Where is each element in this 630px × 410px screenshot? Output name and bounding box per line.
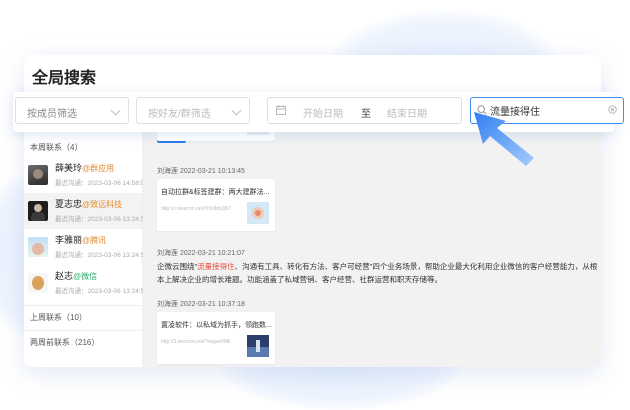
clear-icon[interactable]: [608, 105, 617, 114]
link-card-url: http://c.wescrm.net/?rtX8dsQ57: [161, 206, 232, 212]
contact-name: 夏志忠: [55, 198, 83, 209]
link-card-title: 置凌软件：以私域为抓手，领跑数...: [161, 322, 271, 329]
message-meta: 刘海莲 2022-03-21 10:13:45: [157, 168, 245, 175]
member-filter-label: 按成员筛选: [27, 109, 77, 120]
contact-item[interactable]: 薛美玲@群应用 最近沟通：2023-03-06 14:58:00: [24, 157, 148, 193]
contact-company: @致远科技: [82, 199, 123, 209]
link-thumbnail-icon: [247, 202, 269, 224]
contact-item[interactable]: 李雅丽@腾讯 最近沟通：2023-03-06 13:24:55: [24, 229, 148, 265]
date-separator: 至: [361, 109, 371, 120]
avatar: [28, 165, 48, 185]
message-text: 企微云围绕"流量接得住、沟通有工具、转化有方法、客户可经营"四个业务场景，帮助企…: [157, 262, 598, 284]
avatar: [28, 273, 48, 293]
friend-group-filter-select[interactable]: 按好友/群筛选: [136, 97, 250, 124]
contact-last-time: 最近沟通：2023-03-06 13:24:55: [55, 251, 148, 259]
link-card[interactable]: 置凌软件：以私域为抓手，领跑数... http://3.wescrm.net/?…: [157, 312, 275, 364]
contact-company: @微信: [73, 271, 98, 281]
contact-company: @腾讯: [82, 235, 107, 245]
end-date-input[interactable]: 结束日期: [387, 105, 427, 120]
member-filter-select[interactable]: 按成员筛选: [15, 97, 129, 124]
contact-last-time: 最近沟通：2023-03-06 13:24:55: [55, 287, 148, 295]
date-range-picker[interactable]: 开始日期 至 结束日期: [267, 97, 462, 124]
search-highlight: 流量接得住: [197, 262, 235, 271]
this-week-header[interactable]: 本周联系（4）: [24, 139, 142, 157]
message-meta: 刘海莲 2022-03-21 10:37:18: [157, 301, 245, 308]
two-weeks-header[interactable]: 两周前联系（216）: [24, 331, 142, 355]
contact-last-time: 最近沟通：2023-03-06 14:58:00: [55, 179, 148, 187]
chevron-down-icon: [231, 105, 242, 116]
link-card-title: 自动拉群&标签建群：两大建群法...: [161, 189, 270, 196]
contact-name: 李雅丽: [55, 234, 83, 245]
link-card[interactable]: 自动拉群&标签建群：两大建群法... http://c.wescrm.net/?…: [157, 179, 275, 231]
message-meta: 刘海莲 2022-03-21 10:21:07: [157, 250, 245, 257]
pointer-arrow-icon: [474, 112, 534, 166]
link-thumbnail-icon: [247, 335, 269, 357]
window-title: 全局搜索: [32, 70, 97, 87]
contact-name: 薛美玲: [55, 162, 83, 173]
last-week-header[interactable]: 上周联系（10）: [24, 306, 142, 330]
contact-item[interactable]: 赵志@微信 最近沟通：2023-03-06 13:24:55: [24, 265, 148, 301]
contact-item[interactable]: 夏志忠@致远科技 最近沟通：2023-03-06 13:24:55: [24, 193, 148, 229]
contact-company: @群应用: [82, 163, 115, 173]
start-date-input[interactable]: 开始日期: [303, 105, 343, 120]
friend-filter-label: 按好友/群筛选: [148, 109, 211, 120]
link-card-url: http://3.wescrm.net/?ssgaeVMk: [161, 339, 231, 345]
avatar: [28, 237, 48, 257]
chevron-down-icon: [110, 105, 121, 116]
avatar: [28, 201, 48, 221]
contact-name: 赵志: [55, 270, 74, 281]
contact-last-time: 最近沟通：2023-03-06 13:24:55: [55, 215, 148, 223]
calendar-icon: [276, 105, 286, 115]
contact-sidebar: 本周联系（4） 薛美玲@群应用 最近沟通：2023-03-06 14:58:00…: [24, 125, 148, 367]
